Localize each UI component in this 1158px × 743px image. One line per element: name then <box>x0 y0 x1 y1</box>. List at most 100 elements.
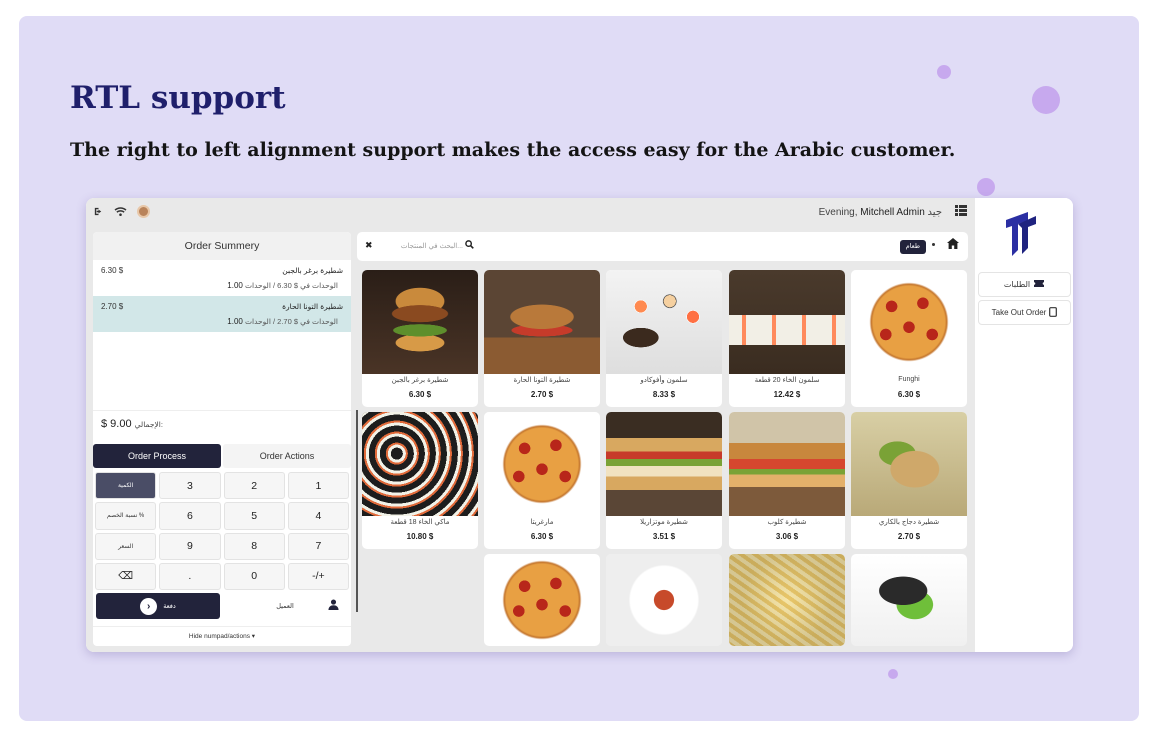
numpad-key-4[interactable]: 4 <box>287 502 349 530</box>
product-card[interactable]: سلمون الخاء 20 قطعة 12.42 $ <box>729 270 845 407</box>
product-card[interactable]: سلمون وأفوكادو 8.33 $ <box>606 270 722 407</box>
user-icon[interactable] <box>328 599 339 613</box>
backspace-icon[interactable]: ⌫ <box>95 562 157 590</box>
product-card[interactable]: شطيرة برغر بالجبن 6.30 $ <box>362 270 478 407</box>
order-line[interactable]: شطيرة برغر بالجبن 6.30 $ 1.00 الوحدات في… <box>93 260 351 296</box>
product-name: شطيرة برغر بالجبن <box>391 377 449 384</box>
product-search-bar: ✖ طعام <box>357 232 968 261</box>
order-line-name: شطيرة برغر بالجبن <box>282 266 343 275</box>
numpad-key-plus-minus[interactable]: -/+ <box>287 562 349 590</box>
numpad-key-3[interactable]: 3 <box>159 472 221 500</box>
avatar[interactable] <box>137 205 150 218</box>
numpad-key-8[interactable]: 8 <box>223 532 285 560</box>
breadcrumb-category[interactable]: طعام <box>899 240 926 254</box>
product-price: 6.30 $ <box>897 390 921 399</box>
clear-search-icon[interactable]: ✖ <box>365 240 373 251</box>
product-card[interactable]: شطيرة كلوب 3.06 $ <box>729 412 845 549</box>
product-card[interactable]: Funghi 6.30 $ <box>851 270 967 407</box>
payment-label: دفعة <box>163 603 176 610</box>
product-price: 8.33 $ <box>652 390 676 399</box>
product-card[interactable] <box>606 554 722 646</box>
product-image <box>362 412 478 516</box>
greeting-prefix: Evening, <box>818 207 858 218</box>
takeout-label: Take Out Order <box>991 308 1047 317</box>
promo-card: RTL support The right to left alignment … <box>19 16 1139 721</box>
product-name: Funghi <box>898 376 920 383</box>
chevron-right-icon: › <box>140 597 158 615</box>
product-price: 10.80 $ <box>406 532 434 541</box>
product-name: شطيرة التونا الحارة <box>513 377 571 384</box>
product-image <box>484 554 600 646</box>
list-icon[interactable] <box>955 205 967 219</box>
numpad-key-6[interactable]: 6 <box>159 502 221 530</box>
product-card[interactable]: شطيرة التونا الحارة 2.70 $ <box>484 270 600 407</box>
product-name: مارغريتا <box>530 519 554 526</box>
breadcrumb-separator <box>932 243 935 246</box>
product-name: سلمون الخاء 20 قطعة <box>754 377 820 384</box>
product-image <box>851 270 967 374</box>
product-image <box>851 412 967 516</box>
numpad-key-0[interactable]: 0 <box>223 562 285 590</box>
search-icon[interactable] <box>465 240 474 251</box>
numpad: الكمية 3 2 1 نسبة الخصم % 6 5 4 السعر 9 … <box>95 472 349 590</box>
numpad-key-dot[interactable]: . <box>159 562 221 590</box>
decor-dot <box>937 65 951 79</box>
orders-button[interactable]: الطلبات <box>978 272 1071 297</box>
tab-order-process[interactable]: Order Process <box>93 444 221 468</box>
order-line-price: 6.30 $ <box>101 266 124 275</box>
numpad-key-discount[interactable]: نسبة الخصم % <box>95 502 157 530</box>
product-card[interactable]: ماكي الخاء 18 قطعة 10.80 $ <box>362 412 478 549</box>
product-card[interactable]: شطيرة موتزاريلا 3.51 $ <box>606 412 722 549</box>
panel-scrollbar[interactable] <box>356 410 358 612</box>
product-card[interactable]: شطيرة دجاج بالكاري 2.70 $ <box>851 412 967 549</box>
hide-numpad-toggle[interactable]: Hide numpad/actions ▾ <box>93 626 351 646</box>
numpad-key-7[interactable]: 7 <box>287 532 349 560</box>
decor-dot <box>888 669 898 679</box>
total-value: $ 9.00 <box>101 418 132 430</box>
greeting-suffix: جيد <box>927 207 942 218</box>
product-price: 2.70 $ <box>530 390 554 399</box>
qty-value: 1.00 <box>227 281 243 290</box>
order-line-qty: 1.00 الوحدات في $ 6.30 / الوحدات <box>227 281 338 290</box>
tab-order-actions[interactable]: Order Actions <box>223 444 351 468</box>
numpad-key-price[interactable]: السعر <box>95 532 157 560</box>
product-image <box>484 412 600 516</box>
logout-icon[interactable] <box>93 206 104 217</box>
product-card[interactable]: مارغريتا 6.30 $ <box>484 412 600 549</box>
hero-title: RTL support <box>70 80 286 116</box>
product-grid: شطيرة برغر بالجبن 6.30 $ شطيرة التونا ال… <box>362 270 968 652</box>
product-card[interactable] <box>729 554 845 646</box>
payment-button[interactable]: › دفعة <box>96 593 220 619</box>
product-price: 12.42 $ <box>773 390 801 399</box>
product-card[interactable] <box>851 554 967 646</box>
product-price: 3.06 $ <box>775 532 799 541</box>
product-image <box>606 412 722 516</box>
product-price: 6.30 $ <box>530 532 554 541</box>
tablet-icon <box>1049 306 1058 319</box>
greeting: Evening, Mitchell Admin جيد <box>819 207 942 218</box>
search-input[interactable] <box>375 236 477 257</box>
brand-logo <box>1006 212 1036 256</box>
product-card[interactable] <box>484 554 600 646</box>
orders-label: الطلبات <box>1003 280 1031 289</box>
home-icon[interactable] <box>947 238 959 252</box>
wifi-icon[interactable] <box>114 206 127 217</box>
numpad-key-2[interactable]: 2 <box>223 472 285 500</box>
total-label: الإجمالي: <box>134 420 163 429</box>
product-name: سلمون وأفوكادو <box>640 377 688 384</box>
numpad-key-quantity[interactable]: الكمية <box>95 472 157 500</box>
numpad-key-9[interactable]: 9 <box>159 532 221 560</box>
product-price: 3.51 $ <box>652 532 676 541</box>
hero-subtitle: The right to left alignment support make… <box>70 139 956 161</box>
qty-unit: الوحدات في $ 6.30 / الوحدات <box>244 281 338 290</box>
qty-unit: الوحدات في $ 2.70 / الوحدات <box>244 317 338 326</box>
ticket-icon <box>1033 279 1045 290</box>
take-out-order-button[interactable]: Take Out Order <box>978 300 1071 325</box>
product-image <box>606 554 722 646</box>
numpad-key-5[interactable]: 5 <box>223 502 285 530</box>
numpad-key-1[interactable]: 1 <box>287 472 349 500</box>
product-image <box>606 270 722 374</box>
order-line-name: شطيرة التونا الحارة <box>282 302 343 311</box>
pos-main-area: Evening, Mitchell Admin جيد Order Summer… <box>86 198 975 652</box>
order-line-selected[interactable]: شطيرة التونا الحارة 2.70 $ 1.00 الوحدات … <box>93 296 351 332</box>
